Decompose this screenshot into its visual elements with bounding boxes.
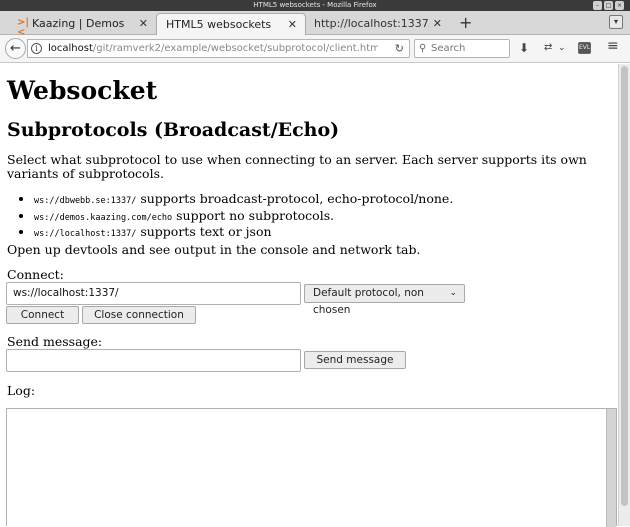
tab-label: HTML5 websockets	[166, 18, 272, 31]
url-bar[interactable]: i localhost/git/ramverk2/example/websock…	[27, 39, 410, 58]
extension-icon[interactable]: ⇄	[544, 41, 552, 55]
connect-url-input[interactable]: ws://localhost:1337/	[6, 282, 301, 305]
reload-icon[interactable]: ↻	[395, 40, 404, 57]
send-message-button[interactable]: Send message	[304, 351, 406, 369]
tab-close-icon[interactable]: ✕	[288, 15, 297, 35]
send-message-label: Send message:	[7, 334, 103, 349]
tab-kaazing[interactable]: >|< Kaazing | Demos ✕	[4, 13, 156, 38]
search-icon: ⚲	[419, 43, 427, 54]
url-host: localhost	[48, 43, 93, 54]
tab-strip: >|< Kaazing | Demos ✕ HTML5 websockets ✕…	[0, 11, 630, 38]
back-arrow-icon[interactable]: ←	[5, 38, 26, 59]
maximize-icon[interactable]: □	[604, 1, 613, 10]
message-input[interactable]	[6, 349, 301, 372]
protocol-select[interactable]: Default protocol, non chosen ⌄	[304, 284, 465, 316]
navigation-bar: ← i localhost/git/ramverk2/example/webso…	[0, 35, 630, 63]
page-content: Websocket Subprotocols (Broadcast/Echo) …	[0, 64, 618, 527]
server-list: ws://dbwebb.se:1337/ supports broadcast-…	[14, 192, 453, 242]
new-tab-icon[interactable]: +	[459, 13, 472, 33]
log-label: Log:	[7, 383, 36, 398]
page-scrollbar[interactable]	[618, 64, 630, 526]
server-desc: supports broadcast-protocol, echo-protoc…	[136, 191, 454, 206]
server-desc: support no subprotocols.	[172, 207, 335, 223]
download-icon[interactable]: ⬇	[519, 41, 529, 55]
tab-label: http://localhost:1337/mum	[314, 17, 429, 30]
close-window-icon[interactable]: ×	[615, 1, 624, 10]
server-url: ws://localhost:1337/	[34, 229, 137, 239]
scrollbar-thumb[interactable]	[621, 66, 628, 506]
server-url: ws://dbwebb.se:1337/	[34, 196, 137, 206]
info-icon[interactable]: i	[31, 43, 42, 54]
tab-html5-websockets[interactable]: HTML5 websockets ✕	[156, 13, 306, 35]
server-url: ws://demos.kaazing.com/echo	[34, 212, 173, 223]
list-item: ws://demos.kaazing.com/echo support no s…	[34, 207, 453, 226]
connect-label: Connect:	[7, 267, 64, 282]
page-title: Websocket	[7, 76, 158, 105]
kaazing-favicon-icon: >|<	[17, 17, 30, 38]
devtools-note: Open up devtools and see output in the c…	[7, 242, 421, 257]
log-textarea[interactable]	[6, 408, 617, 527]
close-connection-button[interactable]: Close connection	[82, 306, 196, 324]
chevron-down-icon[interactable]: ⌄	[558, 41, 566, 55]
search-placeholder: Search	[431, 43, 466, 54]
tab-label: Kaazing | Demos	[32, 17, 125, 30]
list-item: ws://localhost:1337/ supports text or js…	[34, 225, 453, 242]
window-title: HTML5 websockets - Mozilla Firefox	[253, 1, 377, 9]
connect-button[interactable]: Connect	[6, 306, 79, 324]
minimize-icon[interactable]: –	[593, 1, 602, 10]
tab-close-icon[interactable]: ✕	[139, 14, 148, 34]
chevron-down-icon: ⌄	[449, 288, 457, 298]
tab-localhost[interactable]: http://localhost:1337/mum ✕	[306, 13, 450, 35]
log-scrollbar[interactable]	[606, 409, 616, 527]
url-text[interactable]: localhost/git/ramverk2/example/websocket…	[48, 40, 378, 57]
devtools-icon[interactable]: EVL	[578, 42, 591, 54]
intro-text: Select what subprotocol to use when conn…	[7, 152, 587, 181]
window-controls: – □ ×	[593, 0, 624, 11]
server-desc: supports text or json	[136, 224, 272, 239]
list-item: ws://dbwebb.se:1337/ supports broadcast-…	[34, 192, 453, 209]
hamburger-menu-icon[interactable]: ≡	[607, 39, 619, 53]
search-box[interactable]: ⚲ Search	[414, 39, 510, 58]
protocol-selected-value: Default protocol, non chosen	[313, 287, 424, 316]
window-titlebar: HTML5 websockets - Mozilla Firefox – □ ×	[0, 0, 630, 11]
tab-list-icon[interactable]: ▾	[609, 15, 623, 29]
url-path: /git/ramverk2/example/websocket/subproto…	[92, 43, 378, 54]
page-subtitle: Subprotocols (Broadcast/Echo)	[7, 119, 340, 141]
tab-close-icon[interactable]: ✕	[433, 14, 442, 34]
